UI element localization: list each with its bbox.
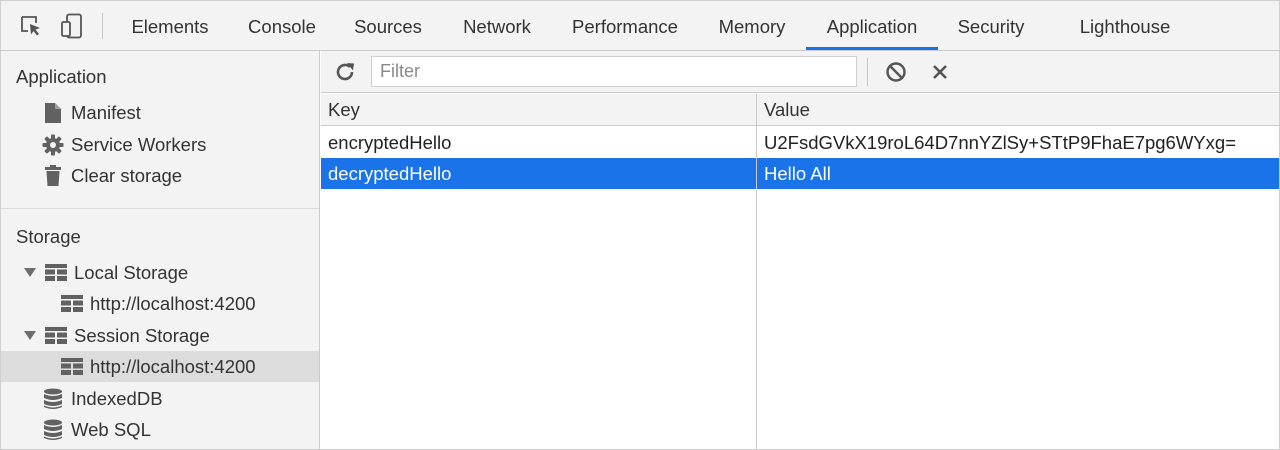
sidebar-item-clear-storage[interactable]: Clear storage <box>1 160 319 191</box>
active-tab-indicator <box>806 47 938 50</box>
clear-all-icon[interactable] <box>882 58 910 86</box>
application-sidebar: Application Manifest Service Workers Cle… <box>1 51 320 449</box>
sidebar-item-label: Local Storage <box>74 261 189 283</box>
sidebar-item-session-storage[interactable]: Session Storage <box>1 320 319 351</box>
tab-elements[interactable]: Elements <box>119 1 221 51</box>
table-icon <box>60 292 84 316</box>
database-icon <box>41 418 65 442</box>
storage-table: Key Value encryptedHello U2FsdGVkX19roL6… <box>321 94 1279 449</box>
devtools-tab-bar: Elements Console Sources Network Perform… <box>1 1 1279 51</box>
expand-arrow-icon[interactable] <box>24 331 36 340</box>
tab-lighthouse[interactable]: Lighthouse <box>1069 1 1181 51</box>
gear-icon <box>41 133 65 157</box>
table-icon <box>60 355 84 379</box>
table-header: Key Value <box>321 94 1279 126</box>
tab-application[interactable]: Application <box>806 1 938 51</box>
sidebar-item-label: Session Storage <box>74 324 210 346</box>
sidebar-item-manifest[interactable]: Manifest <box>1 97 319 128</box>
sidebar-item-label: Manifest <box>71 101 141 123</box>
sidebar-item-indexeddb[interactable]: IndexedDB <box>1 383 319 414</box>
toolbar-separator <box>102 13 103 39</box>
toolbar-separator <box>867 58 868 86</box>
sidebar-item-service-workers[interactable]: Service Workers <box>1 129 319 160</box>
inspect-element-icon[interactable] <box>16 11 46 41</box>
table-row[interactable]: encryptedHello U2FsdGVkX19roL64D7nnYZlSy… <box>321 127 1279 158</box>
cell-value: U2FsdGVkX19roL64D7nnYZlSy+STtP9FhaE7pg6W… <box>764 132 1236 153</box>
table-icon <box>44 324 68 348</box>
file-icon <box>41 101 65 125</box>
device-toolbar-icon[interactable] <box>57 11 87 41</box>
table-row-selected[interactable]: decryptedHello Hello All <box>321 158 1279 189</box>
storage-toolbar <box>321 51 1279 93</box>
sidebar-item-label: http://localhost:4200 <box>90 292 256 314</box>
table-icon <box>44 261 68 285</box>
column-header-value[interactable]: Value <box>757 94 1279 126</box>
database-icon <box>41 387 65 411</box>
trash-icon <box>41 164 65 188</box>
devtools-window: Elements Console Sources Network Perform… <box>0 0 1280 450</box>
expand-arrow-icon[interactable] <box>24 268 36 277</box>
sidebar-item-label: IndexedDB <box>71 387 163 409</box>
refresh-icon[interactable] <box>331 58 359 86</box>
sidebar-item-label: Clear storage <box>71 164 183 186</box>
sidebar-item-label: Web SQL <box>71 418 151 440</box>
sidebar-item-local-storage-origin[interactable]: http://localhost:4200 <box>1 288 319 319</box>
tab-sources[interactable]: Sources <box>342 1 434 51</box>
sidebar-item-web-sql[interactable]: Web SQL <box>1 414 319 445</box>
tab-performance[interactable]: Performance <box>562 1 688 51</box>
tab-memory[interactable]: Memory <box>706 1 798 51</box>
filter-input[interactable] <box>371 56 857 87</box>
cell-value: Hello All <box>764 163 831 184</box>
sidebar-item-local-storage[interactable]: Local Storage <box>1 257 319 288</box>
cell-key: encryptedHello <box>328 132 452 153</box>
tab-console[interactable]: Console <box>237 1 327 51</box>
column-header-key[interactable]: Key <box>321 94 756 126</box>
sidebar-item-label: Service Workers <box>71 133 207 155</box>
sidebar-section-storage: Storage <box>16 226 81 247</box>
tab-network[interactable]: Network <box>451 1 543 51</box>
sidebar-divider <box>1 208 319 209</box>
tab-security[interactable]: Security <box>946 1 1036 51</box>
sidebar-section-application: Application <box>16 66 107 87</box>
sidebar-item-session-storage-origin[interactable]: http://localhost:4200 <box>1 351 319 382</box>
delete-icon[interactable] <box>926 58 954 86</box>
column-divider[interactable] <box>756 94 757 449</box>
sidebar-item-label: http://localhost:4200 <box>90 355 256 377</box>
cell-key: decryptedHello <box>328 163 452 184</box>
